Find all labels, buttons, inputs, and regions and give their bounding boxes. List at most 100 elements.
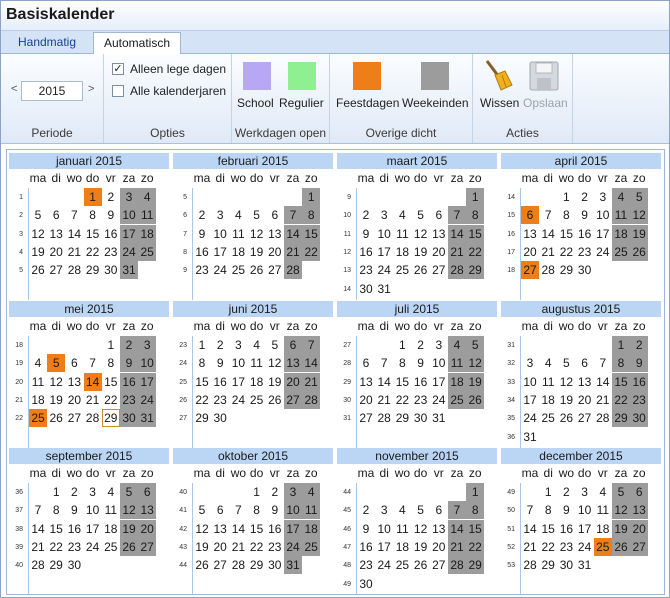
day-cell[interactable]: 25 bbox=[302, 537, 321, 556]
day-cell[interactable]: 19 bbox=[412, 243, 430, 261]
day-cell[interactable]: 14 bbox=[448, 519, 466, 538]
day-cell[interactable]: 21 bbox=[594, 391, 612, 409]
day-cell[interactable]: 14 bbox=[65, 225, 83, 243]
day-cell[interactable]: 16 bbox=[266, 520, 284, 538]
day-cell[interactable]: 2 bbox=[357, 501, 375, 519]
weekeinden-button[interactable]: Weekeinden bbox=[402, 96, 469, 110]
day-cell[interactable]: 11 bbox=[302, 501, 321, 520]
day-cell[interactable]: 16 bbox=[412, 373, 430, 391]
day-cell[interactable]: 10 bbox=[375, 520, 393, 538]
day-cell[interactable]: 22 bbox=[47, 538, 65, 556]
day-cell[interactable]: 30 bbox=[357, 575, 375, 593]
day-cell[interactable]: 2 bbox=[557, 483, 575, 501]
day-cell[interactable]: 4 bbox=[138, 188, 157, 206]
day-cell[interactable]: 20 bbox=[138, 519, 157, 538]
day-cell[interactable]: 3 bbox=[375, 206, 393, 224]
day-cell[interactable]: 24 bbox=[284, 537, 302, 556]
day-cell[interactable]: 27 bbox=[266, 261, 284, 279]
day-cell[interactable]: 4 bbox=[393, 501, 411, 519]
day-cell[interactable]: 28 bbox=[65, 261, 83, 279]
day-cell[interactable]: 9 bbox=[557, 501, 575, 519]
day-cell[interactable]: 21 bbox=[521, 538, 539, 556]
day-cell[interactable]: 6 bbox=[521, 206, 539, 225]
day-cell[interactable]: 1 bbox=[539, 483, 557, 501]
day-cell[interactable]: 3 bbox=[521, 354, 539, 372]
day-cell[interactable]: 8 bbox=[466, 206, 485, 225]
day-cell[interactable]: 29 bbox=[612, 409, 630, 428]
day-cell[interactable]: 30 bbox=[65, 556, 83, 574]
day-cell[interactable]: 31 bbox=[430, 409, 448, 427]
day-cell[interactable]: 24 bbox=[430, 391, 448, 409]
day-cell[interactable]: 27 bbox=[630, 537, 649, 556]
day-cell[interactable]: 4 bbox=[448, 336, 466, 354]
day-cell[interactable]: 19 bbox=[612, 519, 630, 538]
day-cell[interactable]: 24 bbox=[521, 409, 539, 427]
day-cell[interactable]: 2 bbox=[193, 206, 211, 224]
day-cell[interactable]: 13 bbox=[211, 520, 229, 538]
day-cell[interactable]: 27 bbox=[521, 261, 539, 280]
day-cell[interactable]: 8 bbox=[248, 501, 266, 519]
day-cell[interactable]: 27 bbox=[211, 556, 229, 574]
day-cell[interactable]: 7 bbox=[448, 501, 466, 520]
day-cell[interactable]: 20 bbox=[211, 538, 229, 556]
day-cell[interactable]: 12 bbox=[120, 501, 138, 520]
day-cell[interactable]: 14 bbox=[284, 224, 302, 243]
day-cell[interactable]: 3 bbox=[430, 336, 448, 354]
day-cell[interactable]: 18 bbox=[229, 243, 247, 261]
day-cell[interactable]: 28 bbox=[539, 261, 557, 279]
day-cell[interactable]: 13 bbox=[47, 225, 65, 243]
day-cell[interactable]: 1 bbox=[193, 336, 211, 354]
day-cell[interactable]: 1 bbox=[47, 483, 65, 501]
day-cell[interactable]: 16 bbox=[576, 225, 594, 243]
day-cell[interactable]: 1 bbox=[302, 188, 321, 206]
day-cell[interactable]: 21 bbox=[29, 538, 47, 556]
day-cell[interactable]: 19 bbox=[248, 243, 266, 261]
day-cell[interactable]: 10 bbox=[120, 206, 138, 225]
day-cell[interactable]: 25 bbox=[29, 409, 47, 428]
day-cell[interactable]: 21 bbox=[229, 538, 247, 556]
day-cell[interactable]: 18 bbox=[102, 520, 120, 538]
day-cell[interactable]: 22 bbox=[302, 242, 321, 261]
day-cell[interactable]: 7 bbox=[375, 354, 393, 372]
opslaan-button[interactable]: Opslaan bbox=[523, 96, 568, 110]
day-cell[interactable]: 20 bbox=[430, 538, 448, 556]
day-cell[interactable]: 28 bbox=[229, 556, 247, 574]
day-cell[interactable]: 26 bbox=[193, 556, 211, 574]
day-cell[interactable]: 9 bbox=[211, 354, 229, 372]
day-cell[interactable]: 29 bbox=[466, 556, 485, 575]
day-cell[interactable]: 23 bbox=[357, 261, 375, 279]
day-cell[interactable]: 15 bbox=[248, 520, 266, 538]
day-cell[interactable]: 5 bbox=[29, 206, 47, 224]
day-cell[interactable]: 25 bbox=[593, 537, 612, 556]
day-cell[interactable]: 19 bbox=[266, 373, 284, 391]
day-cell[interactable]: 26 bbox=[266, 391, 284, 409]
day-cell[interactable]: 31 bbox=[138, 409, 157, 428]
day-cell[interactable]: 9 bbox=[102, 206, 120, 224]
year-input[interactable]: 2015 bbox=[21, 81, 83, 101]
regulier-button[interactable]: Regulier bbox=[279, 96, 324, 110]
day-cell[interactable]: 26 bbox=[47, 409, 65, 427]
day-cell[interactable]: 18 bbox=[393, 243, 411, 261]
day-cell[interactable]: 9 bbox=[412, 354, 430, 372]
day-cell[interactable]: 13 bbox=[266, 225, 284, 243]
day-cell[interactable]: 9 bbox=[65, 501, 83, 519]
day-cell[interactable]: 16 bbox=[211, 373, 229, 391]
day-cell[interactable]: 21 bbox=[302, 372, 321, 391]
day-cell[interactable]: 27 bbox=[65, 409, 83, 427]
day-cell[interactable]: 14 bbox=[521, 520, 539, 538]
day-cell[interactable]: 17 bbox=[430, 373, 448, 391]
day-cell[interactable]: 24 bbox=[120, 242, 138, 261]
day-cell[interactable]: 16 bbox=[357, 538, 375, 556]
day-cell[interactable]: 29 bbox=[193, 409, 211, 427]
day-cell[interactable]: 8 bbox=[47, 501, 65, 519]
day-cell[interactable]: 25 bbox=[539, 409, 557, 427]
day-cell[interactable]: 11 bbox=[29, 373, 47, 391]
day-cell[interactable]: 31 bbox=[521, 428, 539, 446]
day-cell[interactable]: 26 bbox=[248, 261, 266, 279]
day-cell[interactable]: 13 bbox=[630, 501, 649, 520]
day-cell[interactable]: 20 bbox=[284, 372, 302, 391]
day-cell[interactable]: 1 bbox=[102, 336, 120, 354]
day-cell[interactable]: 24 bbox=[138, 390, 157, 409]
day-cell[interactable]: 20 bbox=[47, 243, 65, 261]
day-cell[interactable]: 26 bbox=[412, 261, 430, 279]
